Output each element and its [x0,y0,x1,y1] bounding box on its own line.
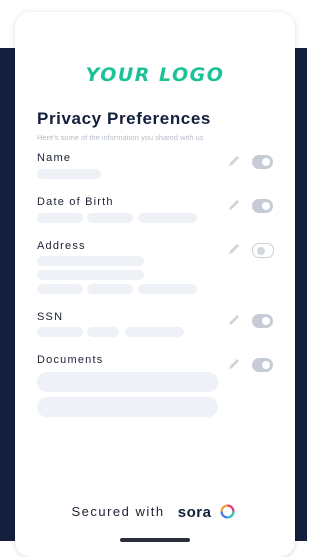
pencil-icon[interactable] [226,241,242,257]
dob-share-toggle[interactable] [252,199,273,213]
ssn-value-placeholder [125,327,184,337]
field-label-address: Address [37,240,86,252]
pencil-icon[interactable] [226,153,242,169]
dob-value-placeholder [87,213,133,223]
brand-logo: YOUR LOGO [85,64,225,86]
documents-share-toggle[interactable] [252,358,273,372]
document-placeholder [37,372,218,392]
pencil-icon[interactable] [226,197,242,213]
ssn-value-placeholder [37,327,83,337]
name-share-toggle[interactable] [252,155,273,169]
name-value-placeholder [37,169,101,179]
toggle-knob [257,246,265,255]
document-placeholder [37,397,218,417]
address-value-placeholder [37,256,144,266]
pencil-icon[interactable] [226,312,242,328]
field-label-name: Name [37,152,72,164]
sora-ring-icon [219,504,235,519]
field-label-ssn: SSN [37,311,64,323]
ssn-share-toggle[interactable] [252,314,273,328]
pencil-icon[interactable] [226,356,242,372]
home-indicator [120,538,190,542]
sora-brand-text: sora [177,504,212,521]
address-value-placeholder [87,284,133,294]
field-label-documents: Documents [37,354,104,366]
page-subtitle: Here's some of the information you share… [37,133,204,142]
page-title: Privacy Preferences [37,109,211,128]
field-label-date-of-birth: Date of Birth [37,196,114,208]
privacy-card: YOUR LOGO Privacy Preferences Here's som… [15,12,295,557]
address-value-placeholder [37,284,83,294]
toggle-knob [262,202,270,210]
toggle-knob [262,361,270,369]
toggle-knob [262,317,270,325]
dob-value-placeholder [37,213,83,223]
address-share-toggle[interactable] [252,243,274,258]
dob-value-placeholder [138,213,197,223]
address-value-placeholder [138,284,197,294]
secured-with-text: Secured with [71,504,165,519]
ssn-value-placeholder [87,327,119,337]
secured-footer: Secured with sora [0,503,307,521]
address-value-placeholder [37,270,144,280]
toggle-knob [262,158,270,166]
